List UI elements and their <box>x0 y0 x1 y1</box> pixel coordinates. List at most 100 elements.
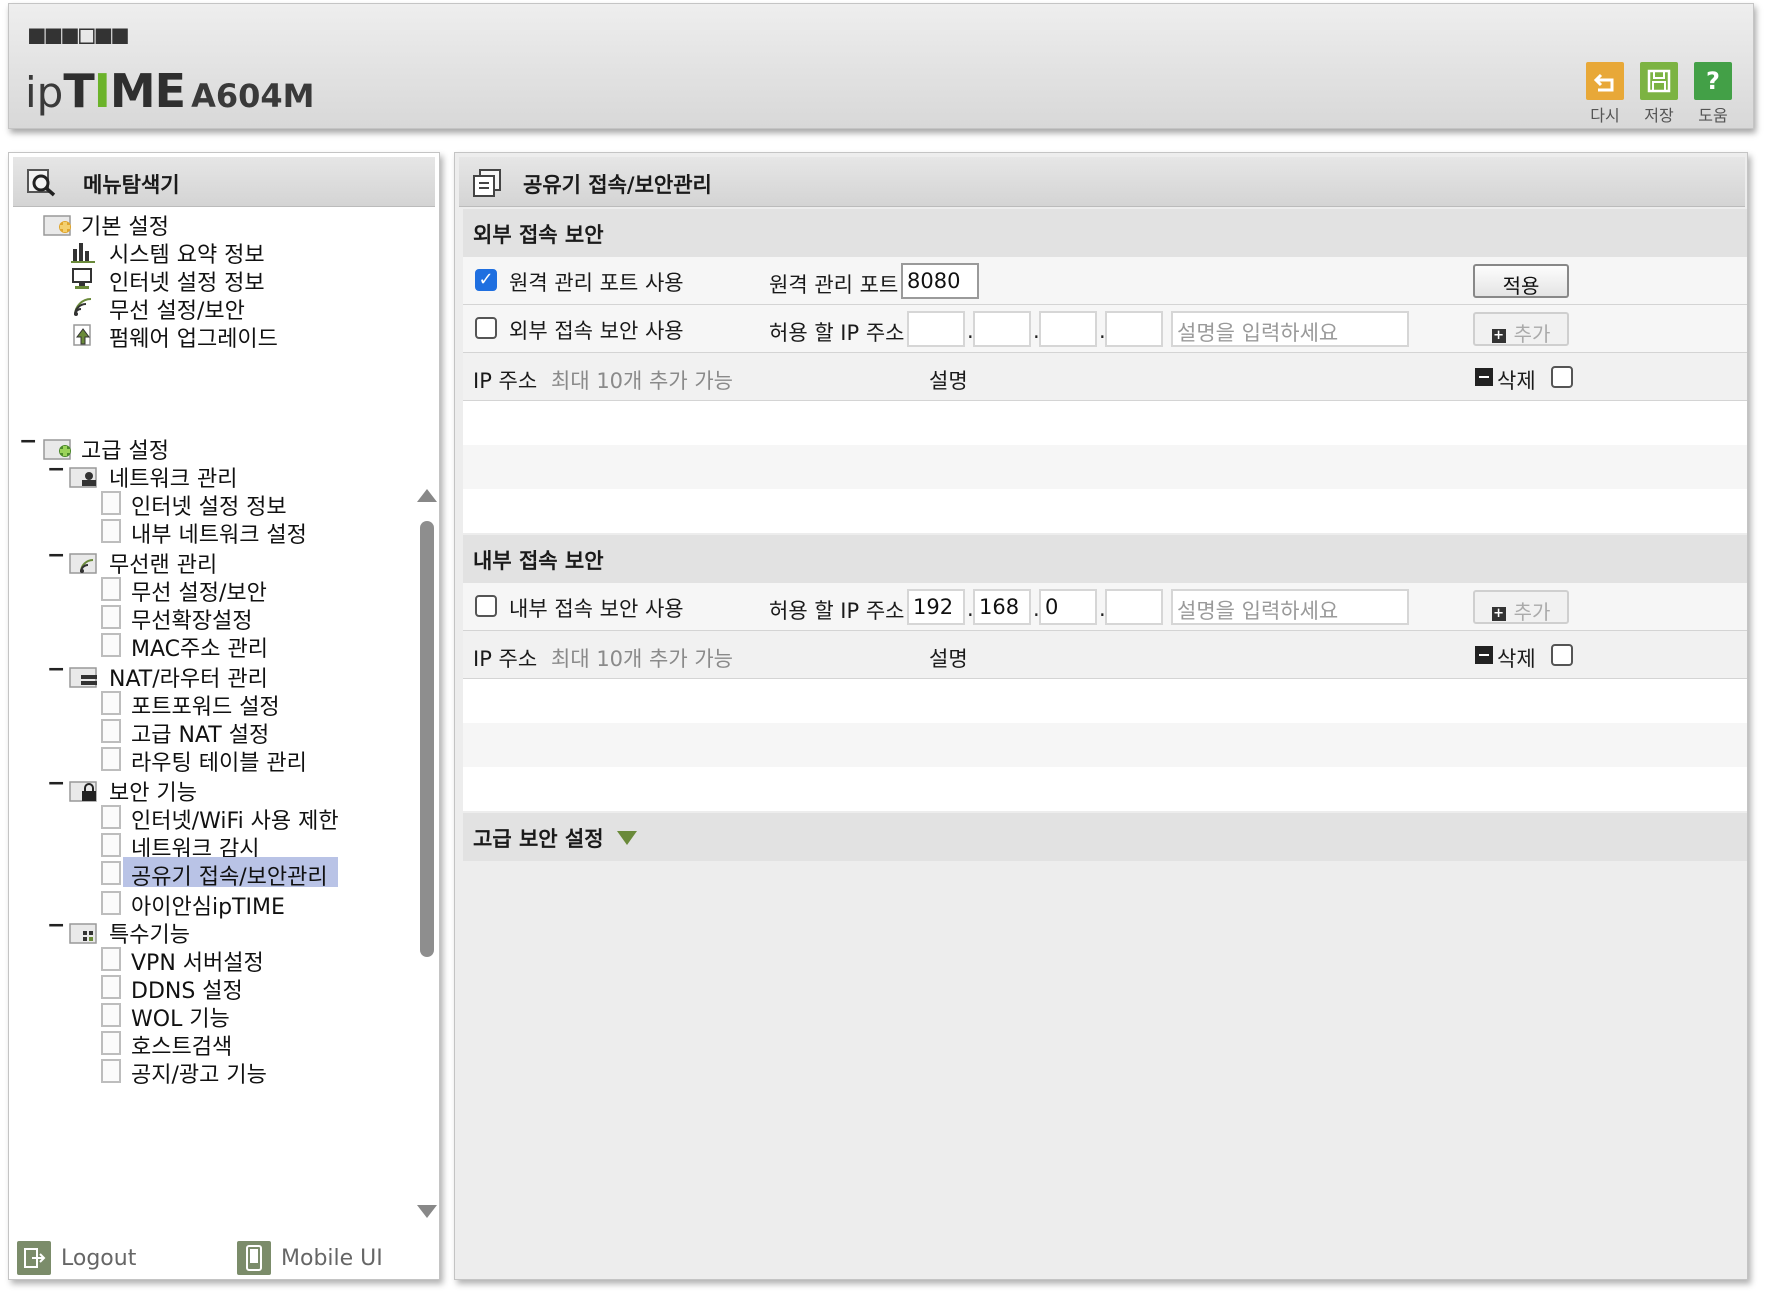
external-security-heading: 외부 접속 보안 <box>463 209 1747 257</box>
menu-item-routing-table[interactable]: 라우팅 테이블 관리 <box>131 745 307 777</box>
page-header: 공유기 접속/보안관리 <box>459 157 1745 207</box>
page-icon <box>101 1003 121 1027</box>
page-icon <box>101 861 121 885</box>
external-list-ip-header: IP 주소 <box>473 369 538 393</box>
internal-add-button[interactable]: + 추가 <box>1473 590 1569 624</box>
menu-scrollbar-thumb[interactable] <box>420 521 434 957</box>
save-button[interactable]: 저장 <box>1635 62 1683 126</box>
external-list-row <box>463 445 1747 489</box>
remote-port-label: 원격 관리 포트 <box>769 273 899 297</box>
plus-icon: + <box>1491 327 1506 343</box>
logo-i: I <box>93 64 111 118</box>
logout-icon <box>17 1241 51 1275</box>
collapse-toggle[interactable]: − <box>47 457 65 482</box>
save-icon <box>1640 62 1678 100</box>
menu-explorer-header: 메뉴탐색기 <box>13 157 435 207</box>
collapse-toggle[interactable]: − <box>47 657 65 682</box>
internal-list-ip-header: IP 주소 <box>473 647 538 671</box>
wifi-icon <box>74 298 92 316</box>
expand-triangle-icon[interactable] <box>617 831 637 845</box>
collapse-toggle[interactable]: − <box>47 771 65 796</box>
page-icon <box>101 577 121 601</box>
delete-minus-icon <box>1475 368 1493 386</box>
external-description-input[interactable]: 설명을 입력하세요 <box>1171 311 1409 347</box>
page-icon <box>101 747 121 771</box>
bar-chart-icon <box>71 243 95 263</box>
scroll-up-arrow[interactable] <box>417 489 437 502</box>
undo-icon <box>1586 62 1624 100</box>
logout-button[interactable]: Logout <box>17 1241 136 1275</box>
remote-port-row: ✓ 원격 관리 포트 사용 원격 관리 포트 8080 적용 <box>463 257 1747 305</box>
external-add-button[interactable]: + 추가 <box>1473 312 1569 346</box>
remote-port-checkbox[interactable]: ✓ <box>475 269 497 291</box>
page-title-icon <box>473 169 501 197</box>
logo-me: ME <box>109 64 186 118</box>
external-delete-all-checkbox[interactable] <box>1551 366 1573 388</box>
internal-ip-octet-1[interactable]: 192 <box>907 589 965 625</box>
undo-button[interactable]: 다시 <box>1581 62 1629 126</box>
help-button[interactable]: ? 도움 <box>1689 62 1737 126</box>
collapse-toggle[interactable]: − <box>47 913 65 938</box>
collapse-toggle[interactable]: − <box>47 543 65 568</box>
save-label: 저장 <box>1644 106 1674 125</box>
monitor-icon <box>72 268 92 289</box>
scroll-down-arrow[interactable] <box>417 1205 437 1218</box>
remote-port-input[interactable]: 8080 <box>901 263 979 299</box>
external-security-checkbox[interactable] <box>475 317 497 339</box>
advanced-security-heading[interactable]: 고급 보안 설정 <box>463 813 1747 861</box>
content-panel: 공유기 접속/보안관리 외부 접속 보안 ✓ 원격 관리 포트 사용 원격 관리… <box>454 152 1748 1280</box>
router-folder-icon <box>69 667 97 688</box>
remote-port-checkbox-label: 원격 관리 포트 사용 <box>509 271 684 295</box>
menu-footer: Logout Mobile UI <box>9 1233 439 1279</box>
internal-list-row <box>463 679 1747 727</box>
page-icon <box>101 605 121 629</box>
internal-delete-all-checkbox[interactable] <box>1551 644 1573 666</box>
menu-item-router-access-security[interactable]: 공유기 접속/보안관리 <box>123 857 338 890</box>
page-icon <box>101 975 121 999</box>
page-icon <box>101 1031 121 1055</box>
model-name: A604M <box>191 77 315 115</box>
internal-security-checkbox[interactable] <box>475 595 497 617</box>
external-delete-label: 삭제 <box>1497 369 1536 393</box>
external-list-row <box>463 489 1747 533</box>
internal-description-input[interactable]: 설명을 입력하세요 <box>1171 589 1409 625</box>
external-ip-octet-4[interactable] <box>1105 311 1163 347</box>
external-ip-octet-2[interactable] <box>973 311 1031 347</box>
internal-ip-octet-3[interactable]: 0 <box>1039 589 1097 625</box>
external-list-row <box>463 401 1747 449</box>
page-icon <box>101 891 121 915</box>
folder-icon <box>43 215 71 236</box>
mobile-icon <box>237 1241 271 1275</box>
brand-mark: ■■■□■■ <box>29 20 129 50</box>
logo-t: T <box>63 64 94 118</box>
mobile-ui-label: Mobile UI <box>281 1245 383 1271</box>
mobile-ui-button[interactable]: Mobile UI <box>237 1241 383 1275</box>
page-icon <box>101 719 121 743</box>
network-folder-icon <box>69 467 97 488</box>
advanced-security-label: 고급 보안 설정 <box>473 827 604 851</box>
logout-label: Logout <box>61 1245 137 1271</box>
internal-ip-octet-2[interactable]: 168 <box>973 589 1031 625</box>
iptime-logo: ip TIME A604M <box>25 64 314 118</box>
menu-item-mac-address[interactable]: MAC주소 관리 <box>131 631 268 663</box>
page-icon <box>101 947 121 971</box>
external-allowed-ip-label: 허용 할 IP 주소 <box>769 321 905 345</box>
external-list-desc-header: 설명 <box>929 369 968 393</box>
external-security-row: 외부 접속 보안 사용 허용 할 IP 주소 . . . 설명을 입력하세요 +… <box>463 305 1747 353</box>
internal-list-row <box>463 767 1747 811</box>
internal-security-checkbox-label: 내부 접속 보안 사용 <box>509 597 684 621</box>
external-add-label: 추가 <box>1513 322 1551 346</box>
internal-ip-octet-4[interactable] <box>1105 589 1163 625</box>
menu-item-notice-ad[interactable]: 공지/광고 기능 <box>131 1057 267 1089</box>
collapse-toggle[interactable]: − <box>19 429 37 454</box>
internal-list-header: IP 주소 최대 10개 추가 가능 설명 삭제 <box>463 631 1747 679</box>
logo-time: TIME <box>63 64 186 118</box>
internal-allowed-ip-label: 허용 할 IP 주소 <box>769 599 905 623</box>
external-ip-octet-3[interactable] <box>1039 311 1097 347</box>
menu-item-lan-settings[interactable]: 내부 네트워크 설정 <box>131 517 307 549</box>
page-icon <box>101 633 121 657</box>
apply-button[interactable]: 적용 <box>1473 264 1569 298</box>
internal-delete-label: 삭제 <box>1497 647 1536 671</box>
internal-security-heading: 내부 접속 보안 <box>463 535 1747 583</box>
external-ip-octet-1[interactable] <box>907 311 965 347</box>
